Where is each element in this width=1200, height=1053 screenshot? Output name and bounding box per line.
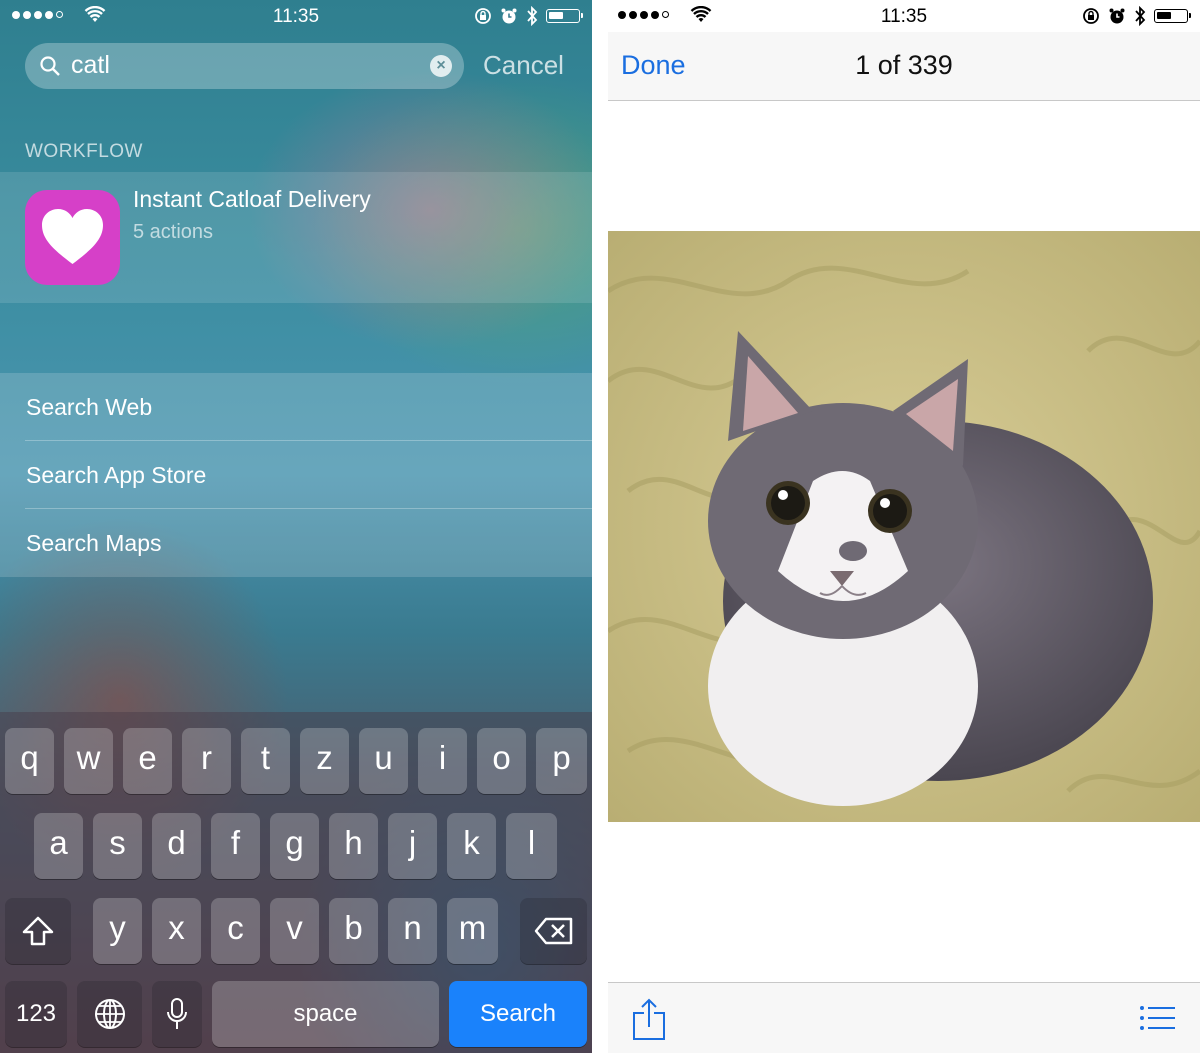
search-app-store-action[interactable]: Search App Store: [26, 441, 592, 509]
globe-icon: [94, 999, 125, 1029]
bluetooth-icon: [1135, 6, 1146, 26]
key-l[interactable]: l: [506, 813, 557, 879]
workflow-app-icon[interactable]: [25, 190, 120, 285]
key-g[interactable]: g: [270, 813, 319, 879]
result-subtitle: 5 actions: [133, 221, 214, 243]
key-j[interactable]: j: [388, 813, 437, 879]
section-header: WORKFLOW: [25, 141, 143, 162]
shift-icon: [22, 916, 54, 946]
key-d[interactable]: d: [152, 813, 201, 879]
numbers-key[interactable]: 123: [5, 981, 67, 1047]
battery-icon: [1154, 9, 1191, 23]
search-query[interactable]: catl: [71, 51, 110, 80]
key-o[interactable]: o: [477, 728, 526, 794]
keyboard: q w e r t z u i o p a s d f g h j k l y …: [0, 712, 592, 1053]
key-e[interactable]: e: [123, 728, 172, 794]
rotation-lock-icon: [1083, 8, 1099, 24]
microphone-icon: [167, 998, 187, 1029]
nav-bar: Done 1 of 339: [608, 32, 1200, 101]
search-field[interactable]: catl ×: [25, 43, 464, 89]
dictation-key[interactable]: [152, 981, 202, 1047]
search-web-action[interactable]: Search Web: [26, 373, 592, 441]
key-p[interactable]: p: [536, 728, 587, 794]
key-f[interactable]: f: [211, 813, 260, 879]
status-bar: 11:35: [608, 0, 1200, 32]
divider: [592, 0, 608, 1053]
key-u[interactable]: u: [359, 728, 408, 794]
photo-viewer-screen: 11:35 Done 1 of 339: [608, 0, 1200, 1053]
cancel-button[interactable]: Cancel: [483, 50, 564, 81]
key-k[interactable]: k: [447, 813, 496, 879]
key-n[interactable]: n: [388, 898, 437, 964]
alarm-icon: [501, 8, 517, 24]
key-z[interactable]: z: [300, 728, 349, 794]
key-t[interactable]: t: [241, 728, 290, 794]
key-h[interactable]: h: [329, 813, 378, 879]
key-y[interactable]: y: [93, 898, 142, 964]
alarm-icon: [1109, 8, 1125, 24]
key-s[interactable]: s: [93, 813, 142, 879]
result-title[interactable]: Instant Catloaf Delivery: [133, 186, 371, 213]
rotation-lock-icon: [475, 8, 491, 24]
key-a[interactable]: a: [34, 813, 83, 879]
bluetooth-icon: [527, 6, 538, 26]
delete-key[interactable]: [520, 898, 587, 964]
space-key[interactable]: space: [212, 981, 439, 1047]
cat-photo[interactable]: [608, 231, 1200, 822]
shift-key[interactable]: [5, 898, 71, 964]
bottom-toolbar: [608, 982, 1200, 1053]
key-w[interactable]: w: [64, 728, 113, 794]
search-key[interactable]: Search: [449, 981, 587, 1047]
heart-icon: [42, 209, 103, 264]
status-bar: 11:35: [0, 0, 592, 32]
key-r[interactable]: r: [182, 728, 231, 794]
spotlight-screen: 11:35 catl × Cancel WORKFLOW Instant Cat…: [0, 0, 592, 1053]
search-maps-action[interactable]: Search Maps: [26, 509, 592, 577]
share-icon[interactable]: [632, 997, 666, 1041]
key-i[interactable]: i: [418, 728, 467, 794]
backspace-icon: [534, 917, 572, 945]
key-q[interactable]: q: [5, 728, 54, 794]
battery-icon: [546, 9, 583, 23]
key-m[interactable]: m: [447, 898, 498, 964]
search-icon: [40, 56, 60, 76]
globe-key[interactable]: [77, 981, 142, 1047]
key-c[interactable]: c: [211, 898, 260, 964]
cat-photo-image: [608, 231, 1200, 822]
list-icon[interactable]: [1140, 1005, 1176, 1031]
clear-icon[interactable]: ×: [430, 55, 452, 77]
key-b[interactable]: b: [329, 898, 378, 964]
key-v[interactable]: v: [270, 898, 319, 964]
photo-counter: 1 of 339: [855, 50, 953, 80]
key-x[interactable]: x: [152, 898, 201, 964]
